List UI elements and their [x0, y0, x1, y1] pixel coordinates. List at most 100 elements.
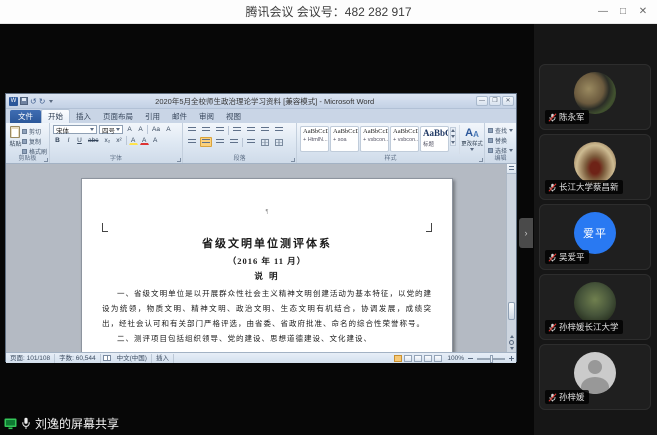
styles-gallery-scroll[interactable] — [450, 127, 456, 146]
word-minimize-button[interactable]: — — [476, 96, 488, 106]
show-marks-button[interactable] — [273, 125, 285, 135]
numbering-button[interactable] — [200, 125, 212, 135]
previous-page-icon[interactable] — [510, 335, 514, 338]
next-page-icon[interactable] — [510, 347, 514, 350]
replace-button[interactable]: 替换 — [488, 136, 514, 145]
document-canvas[interactable]: ¶ 省级文明单位测评体系 （2016 年 11 月） 说 明 一、省级文明单位是… — [6, 164, 516, 352]
style-chip[interactable]: AaBbCcD: + vsbcon... — [360, 126, 389, 152]
clipboard-dialog-launcher-icon[interactable] — [44, 158, 48, 162]
styles-dialog-launcher-icon[interactable] — [479, 158, 483, 162]
zoom-level[interactable]: 100% — [447, 355, 464, 362]
ruler-toggle-button[interactable] — [507, 164, 516, 174]
paragraph-dialog-launcher-icon[interactable] — [291, 158, 295, 162]
font-name-value: 宋体 — [56, 125, 90, 135]
pilcrow-icon — [275, 127, 283, 133]
participant-tile[interactable]: 长江大学蔡昌新 — [539, 134, 651, 200]
page-indicator[interactable]: 页面: 101/108 — [6, 354, 55, 363]
font-size-select[interactable]: 四号 — [99, 125, 123, 134]
tab-mailings[interactable]: 邮件 — [166, 110, 193, 123]
sidebar-collapse-button[interactable]: › — [519, 218, 533, 248]
insert-mode-indicator[interactable]: 插入 — [152, 354, 174, 363]
tab-file[interactable]: 文件 — [10, 110, 41, 123]
vertical-scrollbar[interactable] — [506, 164, 516, 352]
multilevel-list-button[interactable] — [214, 125, 226, 135]
tab-page-layout[interactable]: 页面布局 — [97, 110, 139, 123]
tab-view[interactable]: 视图 — [220, 110, 247, 123]
grow-font-button[interactable]: A — [125, 125, 134, 134]
tab-insert[interactable]: 插入 — [70, 110, 97, 123]
change-styles-button[interactable]: A A 更改样式 — [459, 125, 484, 154]
redo-icon[interactable]: ↻ — [39, 97, 46, 106]
tab-home[interactable]: 开始 — [41, 109, 70, 123]
copy-button[interactable]: 复制 — [22, 137, 47, 146]
close-button[interactable]: ✕ — [633, 2, 653, 22]
borders-button[interactable] — [273, 137, 285, 147]
word-restore-button[interactable]: ❐ — [489, 96, 501, 106]
scrollbar-thumb[interactable] — [508, 302, 515, 320]
shading-button[interactable] — [259, 137, 271, 147]
style-sample: AaBbCcD: — [393, 128, 416, 135]
zoom-in-icon[interactable] — [509, 356, 514, 361]
sort-button[interactable] — [259, 125, 271, 135]
select-button[interactable]: 选择 — [488, 146, 514, 155]
tab-review[interactable]: 审阅 — [193, 110, 220, 123]
participant-tile[interactable]: 爱平 吴爱平 — [539, 204, 651, 270]
margin-crop-marks — [102, 223, 432, 232]
style-chip[interactable]: AaBbCcD: + HtmlN... — [300, 126, 329, 152]
text-highlight-button[interactable]: A — [129, 136, 138, 145]
save-icon[interactable] — [20, 97, 28, 105]
style-chip[interactable]: AaBbCcD: + vsbcon... — [390, 126, 419, 152]
increase-indent-button[interactable] — [245, 125, 257, 135]
decrease-indent-button[interactable] — [231, 125, 243, 135]
align-center-button[interactable] — [200, 137, 212, 147]
underline-button[interactable]: U — [75, 136, 84, 145]
participant-tile[interactable]: 孙梓媛 — [539, 344, 651, 410]
language-indicator[interactable]: 中文(中国) — [113, 354, 152, 363]
undo-icon[interactable]: ↺ — [30, 97, 37, 106]
minimize-button[interactable]: — — [593, 2, 613, 22]
change-case-button[interactable]: Aa — [150, 125, 162, 134]
spellcheck-icon[interactable] — [103, 355, 111, 361]
participant-tile[interactable]: 陈永军 — [539, 64, 651, 130]
bold-button[interactable]: B — [53, 136, 62, 145]
mic-muted-icon — [548, 253, 557, 262]
bullets-button[interactable] — [186, 125, 198, 135]
web-layout-view-button[interactable] — [414, 355, 422, 362]
style-chip[interactable]: AaBbCcD: + soa — [330, 126, 359, 152]
ribbon-group-styles: AaBbCcD: + HtmlN... AaBbCcD: + soa AaBbC… — [297, 123, 485, 163]
tab-references[interactable]: 引用 — [139, 110, 166, 123]
fullscreen-view-button[interactable] — [404, 355, 412, 362]
paste-button[interactable]: 粘贴 — [9, 125, 22, 154]
zoom-out-icon[interactable] — [468, 358, 473, 359]
align-left-button[interactable] — [186, 137, 198, 147]
outline-view-button[interactable] — [424, 355, 432, 362]
zoom-slider-thumb[interactable] — [490, 355, 493, 363]
draft-view-button[interactable] — [434, 355, 442, 362]
find-button[interactable]: 查找 — [488, 126, 514, 135]
enclose-characters-button[interactable]: A — [151, 136, 160, 145]
mic-muted-icon — [548, 323, 557, 332]
shrink-font-button[interactable]: A — [136, 125, 145, 134]
print-layout-view-button[interactable] — [394, 355, 402, 362]
line-spacing-button[interactable] — [245, 137, 257, 147]
participant-tile[interactable]: 孙梓媛长江大学 — [539, 274, 651, 340]
document-page[interactable]: ¶ 省级文明单位测评体系 （2016 年 11 月） 说 明 一、省级文明单位是… — [81, 178, 453, 352]
strikethrough-button[interactable]: abc — [86, 136, 100, 145]
zoom-slider[interactable] — [477, 358, 505, 360]
font-name-select[interactable]: 宋体 — [53, 125, 97, 134]
font-dialog-launcher-icon[interactable] — [177, 158, 181, 162]
select-browse-object-icon[interactable] — [509, 340, 514, 345]
style-chip[interactable]: AaBbC 标题 — [420, 126, 449, 152]
word-count[interactable]: 字数: 60,544 — [55, 354, 101, 363]
clear-formatting-button[interactable]: A — [164, 125, 173, 134]
cut-button[interactable]: 剪切 — [22, 127, 47, 136]
align-right-button[interactable] — [214, 137, 226, 147]
subscript-button[interactable]: x₂ — [102, 136, 112, 145]
window-controls: — □ ✕ — [593, 0, 653, 24]
italic-button[interactable]: I — [64, 136, 73, 145]
justify-button[interactable] — [228, 137, 240, 147]
font-color-button[interactable]: A — [140, 136, 149, 145]
word-close-button[interactable]: ✕ — [502, 96, 514, 106]
maximize-button[interactable]: □ — [613, 2, 633, 22]
superscript-button[interactable]: x² — [114, 136, 123, 145]
